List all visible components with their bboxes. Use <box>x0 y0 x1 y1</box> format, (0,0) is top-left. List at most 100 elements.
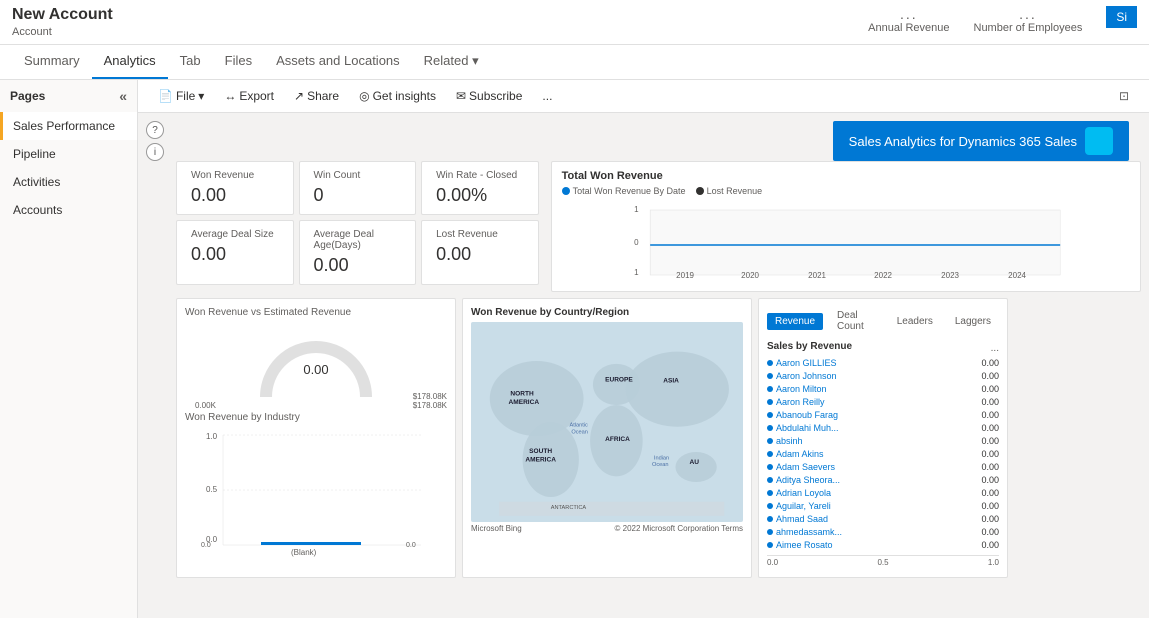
export-icon: ↔ <box>224 89 236 103</box>
legend-won-revenue: Total Won Revenue By Date <box>562 186 686 196</box>
kpi-win-count: Win Count 0 <box>299 161 417 215</box>
tab-summary[interactable]: Summary <box>12 45 92 79</box>
svg-text:AMERICA: AMERICA <box>525 456 556 463</box>
sales-row-name: Aguilar, Yareli <box>767 501 831 511</box>
sales-row-dot <box>767 438 773 444</box>
kpi-win-rate-value: 0.00% <box>436 185 524 206</box>
sidebar-collapse-button[interactable]: « <box>119 88 127 104</box>
info-icon-1[interactable]: ? <box>146 121 164 139</box>
sales-row-value: 0.00 <box>981 449 999 459</box>
analytics-logo-icon <box>1085 127 1113 155</box>
sidebar-item-sales-performance[interactable]: Sales Performance <box>0 112 137 140</box>
sales-list-item: Aaron Milton0.00 <box>767 382 999 395</box>
svg-text:2023: 2023 <box>941 271 959 280</box>
total-won-revenue-panel: Total Won Revenue Total Won Revenue By D… <box>551 161 1141 292</box>
signin-button[interactable]: Si <box>1106 6 1137 28</box>
annual-revenue-field: ... Annual Revenue <box>868 6 949 34</box>
sales-row-name: Abanoub Farag <box>767 410 838 420</box>
kpi-win-rate: Win Rate - Closed 0.00% <box>421 161 539 215</box>
kpi-lost-revenue-value: 0.00 <box>436 244 524 265</box>
get-insights-button[interactable]: ◎ Get insights <box>351 85 444 107</box>
world-map-svg: NORTH AMERICA EUROPE ASIA AFRICA SOUTH A… <box>471 322 743 522</box>
svg-text:1: 1 <box>634 268 639 277</box>
sales-row-dot <box>767 477 773 483</box>
sales-row-dot <box>767 516 773 522</box>
top-section: Won Revenue 0.00 Win Count 0 Win Rate - … <box>176 161 1141 292</box>
svg-text:AU: AU <box>690 459 700 466</box>
kpi-cards-section: Won Revenue 0.00 Win Count 0 Win Rate - … <box>176 161 539 292</box>
map-title: Won Revenue by Country/Region <box>471 307 743 318</box>
industry-bar-chart: 1.0 0.5 0.0 (Blank) <box>185 427 447 557</box>
sales-list-item: Aditya Sheora...0.00 <box>767 473 999 486</box>
employees-label: Number of Employees <box>974 22 1083 34</box>
svg-text:(Blank): (Blank) <box>291 548 317 557</box>
sidebar-item-pipeline[interactable]: Pipeline <box>0 140 137 168</box>
file-button[interactable]: 📄 File ▾ <box>150 85 212 107</box>
more-button[interactable]: ... <box>534 85 560 107</box>
kpi-win-count-value: 0 <box>314 185 402 206</box>
page-subtitle: Account <box>12 26 52 38</box>
sales-row-value: 0.00 <box>981 540 999 550</box>
sales-row-dot <box>767 542 773 548</box>
page-title: New Account <box>12 6 113 24</box>
svg-text:2020: 2020 <box>741 271 759 280</box>
sales-more-button[interactable]: ... <box>991 343 999 354</box>
sales-row-value: 0.00 <box>981 397 999 407</box>
map-panel: Won Revenue by Country/Region <box>462 298 752 578</box>
sales-tab-deal-count[interactable]: Deal Count <box>829 307 877 335</box>
sales-tab-laggers[interactable]: Laggers <box>947 313 999 330</box>
sales-row-dot <box>767 360 773 366</box>
industry-bar-title: Won Revenue by Industry <box>185 412 447 423</box>
sales-tab-revenue[interactable]: Revenue <box>767 313 823 330</box>
employees-dots: ... <box>974 6 1083 22</box>
sales-row-name: Adam Saevers <box>767 462 835 472</box>
sales-row-value: 0.00 <box>981 527 999 537</box>
sidebar-item-activities[interactable]: Activities <box>0 168 137 196</box>
account-title-section: New Account Account <box>12 6 113 38</box>
kpi-row-2: Average Deal Size 0.00 Average Deal Age(… <box>176 220 539 285</box>
legend-won-revenue-label: Total Won Revenue By Date <box>573 186 686 196</box>
subscribe-button[interactable]: ✉ Subscribe <box>448 85 530 107</box>
tab-files[interactable]: Files <box>213 45 264 79</box>
svg-text:0.0: 0.0 <box>201 542 211 549</box>
tab-tab[interactable]: Tab <box>168 45 213 79</box>
kpi-won-revenue-label: Won Revenue <box>191 170 279 181</box>
gauge-left-label: 0.00K <box>195 401 216 410</box>
map-footer: Microsoft Bing © 2022 Microsoft Corporat… <box>471 524 743 533</box>
sales-row-value: 0.00 <box>981 436 999 446</box>
info-icon-2[interactable]: i <box>146 143 164 161</box>
sales-list-item: Aaron Johnson0.00 <box>767 369 999 382</box>
sales-list-item: Ahmad Saad0.00 <box>767 512 999 525</box>
axis-right: 1.0 <box>988 558 999 567</box>
analytics-logo: Sales Analytics for Dynamics 365 Sales <box>833 121 1129 161</box>
sidebar-item-accounts[interactable]: Accounts <box>0 196 137 224</box>
nav-tabs: Summary Analytics Tab Files Assets and L… <box>0 45 1149 80</box>
tab-assets-and-locations[interactable]: Assets and Locations <box>264 45 412 79</box>
svg-text:NORTH: NORTH <box>510 391 534 398</box>
sales-axis: 0.0 0.5 1.0 <box>767 555 999 567</box>
gauge-right-top: $178.08K <box>413 392 447 401</box>
main-layout: Pages « Sales Performance Pipeline Activ… <box>0 80 1149 618</box>
sales-list-item: Abanoub Farag0.00 <box>767 408 999 421</box>
axis-left: 0.0 <box>767 558 778 567</box>
kpi-lost-revenue-label: Lost Revenue <box>436 229 524 240</box>
sales-row-value: 0.00 <box>981 358 999 368</box>
kpi-won-revenue: Won Revenue 0.00 <box>176 161 294 215</box>
tab-analytics[interactable]: Analytics <box>92 45 168 79</box>
expand-button[interactable]: ⊡ <box>1111 85 1137 107</box>
sales-tab-leaders[interactable]: Leaders <box>889 313 941 330</box>
kpi-row-1: Won Revenue 0.00 Win Count 0 Win Rate - … <box>176 161 539 215</box>
svg-text:Ocean: Ocean <box>571 429 588 435</box>
sales-row-dot <box>767 425 773 431</box>
sales-row-value: 0.00 <box>981 501 999 511</box>
axis-mid: 0.5 <box>877 558 888 567</box>
export-button[interactable]: ↔ Export <box>216 85 282 107</box>
share-button[interactable]: ↗ Share <box>286 85 347 107</box>
sales-row-dot <box>767 529 773 535</box>
sales-list-item: Adrian Loyola0.00 <box>767 486 999 499</box>
legend-won-revenue-dot <box>562 187 570 195</box>
sales-row-dot <box>767 490 773 496</box>
tab-related[interactable]: Related ▾ <box>412 45 491 79</box>
report-toolbar: 📄 File ▾ ↔ Export ↗ Share ◎ Get insights… <box>138 80 1149 113</box>
sidebar-pages-label: Pages <box>10 89 45 103</box>
